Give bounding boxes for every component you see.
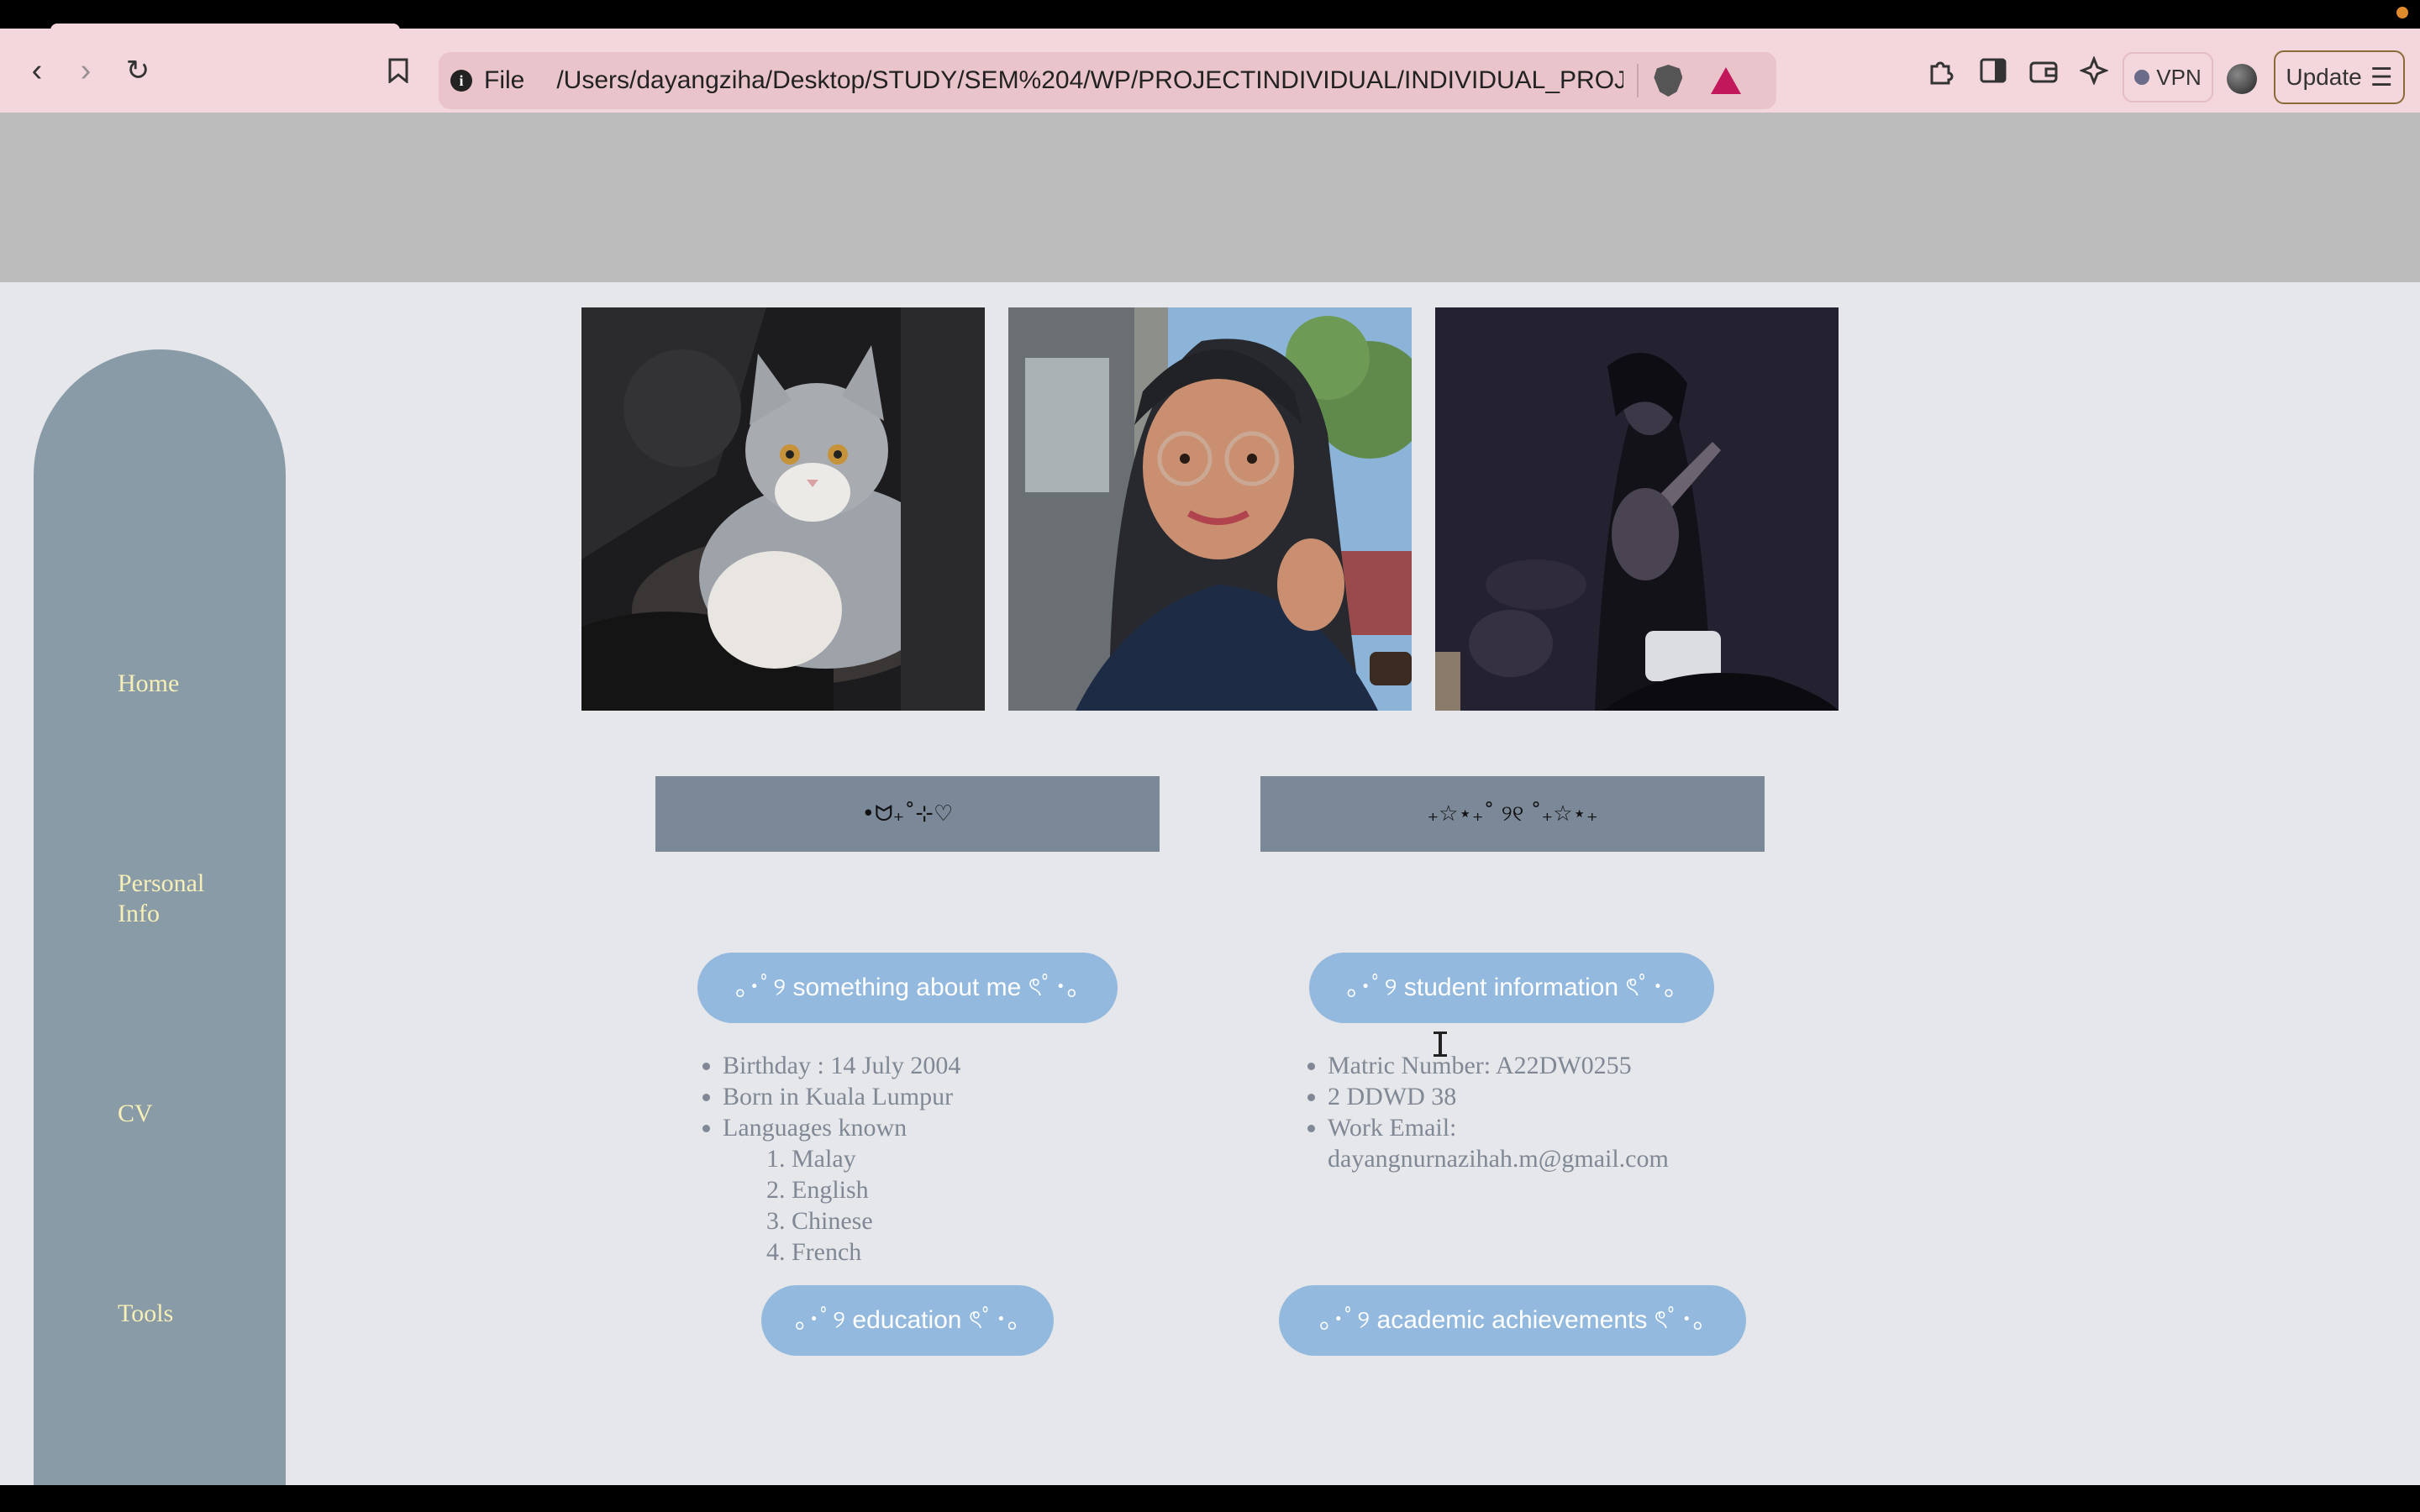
list-item: Matric Number: A22DW0255 [1328,1050,1741,1081]
list-item: English [792,1174,960,1205]
brave-shield-icon[interactable] [1654,65,1683,97]
extensions-icon[interactable] [1924,54,1958,87]
web-page: Home Personal Info CV Tools •ᗢ₊˚⊹♡ ₊☆⋆₊˚… [0,113,2420,1485]
list-item: Chinese [792,1205,960,1236]
guitar-stage-photo [1435,307,1839,711]
education-button[interactable]: ｡･ﾟ୨ education ৎﾟ･｡ [761,1285,1054,1356]
file-label: File [484,66,525,94]
reload-icon[interactable]: ↻ [114,47,161,94]
text-cursor-icon [1434,1032,1447,1057]
about-me-list: Birthday : 14 July 2004 Born in Kuala Lu… [699,1050,960,1268]
forward-icon[interactable]: › [62,47,109,94]
url-text[interactable]: /Users/dayangziha/Desktop/STUDY/SEM%204/… [556,66,1623,95]
sidebar-item-tools[interactable]: Tools [118,1299,252,1329]
student-information-button[interactable]: ｡･ﾟ୨ student information ৎﾟ･｡ [1309,953,1714,1023]
leo-ai-icon[interactable] [2077,54,2111,87]
sidebar-item-cv[interactable]: CV [118,1099,252,1129]
divider [1637,64,1639,97]
info-icon[interactable]: i [450,70,472,92]
vpn-label: VPN [2156,64,2202,90]
cat-photo [581,307,985,711]
list-item: Born in Kuala Lumpur [723,1081,960,1112]
sidebar-nav: Home Personal Info CV Tools [34,349,286,1485]
work-email-label: Work Email: [1328,1114,1457,1142]
list-item: 2 DDWD 38 [1328,1081,1741,1112]
wallet-icon[interactable] [2027,54,2060,87]
list-item: Birthday : 14 July 2004 [723,1050,960,1081]
recording-indicator [2396,7,2408,18]
list-item: French [792,1236,960,1268]
address-bar[interactable]: i File /Users/dayangziha/Desktop/STUDY/S… [439,52,1776,109]
sidebar-item-home[interactable]: Home [118,669,252,699]
languages-heading: Languages known [723,1114,908,1142]
update-button[interactable]: Update ☰ [2274,50,2405,104]
about-me-button[interactable]: ｡･ﾟ୨ something about me ৎﾟ･｡ [697,953,1118,1023]
list-item: Malay [792,1143,960,1174]
browser-toolbar: ‹ › ↻ i File /Users/dayangziha/Desktop/S… [0,29,2420,113]
list-item: Languages known Malay English Chinese Fr… [723,1112,960,1268]
update-label: Update [2286,64,2362,90]
student-info-list: Matric Number: A22DW0255 2 DDWD 38 Work … [1304,1050,1741,1174]
header-banner [0,113,2420,282]
back-icon[interactable]: ‹ [13,47,60,94]
academic-achievements-button[interactable]: ｡･ﾟ୨ academic achievements ৎﾟ･｡ [1279,1285,1746,1356]
menu-icon: ☰ [2370,63,2393,92]
vpn-button[interactable]: VPN [2123,52,2213,102]
sidebar-icon[interactable] [1976,54,2010,87]
bookmark-icon[interactable] [375,47,422,94]
selfie-photo [1008,307,1412,711]
list-item: Work Email: dayangnurnazihah.m@gmail.com [1328,1112,1741,1174]
sidebar-item-personal-info[interactable]: Personal Info [118,869,252,929]
brave-rewards-icon[interactable] [1711,67,1742,94]
profile-icon[interactable] [2227,64,2257,94]
work-email-value[interactable]: dayangnurnazihah.m@gmail.com [1328,1145,1669,1173]
languages-list: Malay English Chinese French [723,1143,960,1268]
os-bottom-bar [0,1485,2420,1512]
decorative-banner-left: •ᗢ₊˚⊹♡ [655,776,1160,852]
decorative-banner-right: ₊☆⋆₊˚ ୨୧ ˚₊☆⋆₊ [1260,776,1765,852]
vpn-icon [2134,70,2150,85]
